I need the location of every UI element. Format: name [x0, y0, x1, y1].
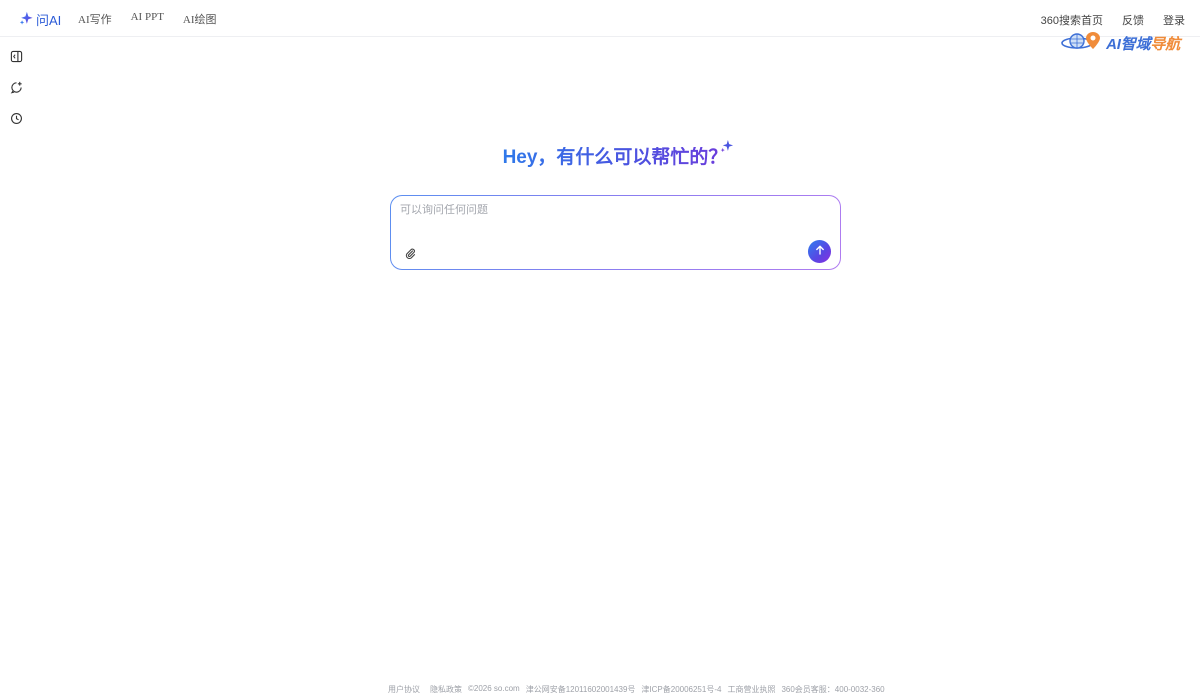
- link-feedback[interactable]: 反馈: [1122, 12, 1144, 28]
- watermark-text: AI智域导航: [1106, 33, 1180, 54]
- watermark-ai: AI: [1106, 36, 1121, 53]
- footer-business-license[interactable]: 工商营业执照: [727, 684, 775, 695]
- brand-label: 问AI: [36, 13, 62, 28]
- history-clock-icon: [10, 112, 23, 130]
- footer-privacy-policy[interactable]: 隐私政策: [430, 684, 462, 695]
- nav-ai-ppt[interactable]: AI PPT: [131, 11, 164, 27]
- history-button[interactable]: [9, 112, 23, 130]
- brand-logo[interactable]: 问AI: [19, 10, 61, 29]
- question-input[interactable]: [400, 204, 820, 216]
- link-360-home[interactable]: 360搜索首页: [1041, 12, 1103, 28]
- new-chat-icon: [10, 81, 23, 99]
- sparkle-star-icon: [19, 11, 33, 28]
- nav-ai-writing[interactable]: AI写作: [78, 11, 112, 27]
- footer-service-hotline: 360会员客服：400-0032-360: [781, 685, 885, 694]
- globe-pin-icon: [1060, 30, 1106, 57]
- top-nav: AI写作 AI PPT AI绘图: [78, 11, 217, 27]
- greeting-heading: Hey，有什么可以帮忙的？: [0, 142, 1200, 169]
- arrow-up-icon: [814, 243, 826, 261]
- watermark-zhiyu: 智域: [1120, 36, 1151, 53]
- composer-body: [391, 196, 840, 269]
- top-bar: 问AI AI写作 AI PPT AI绘图 360搜索首页 反馈 登录: [0, 0, 1200, 37]
- paperclip-icon[interactable]: [404, 246, 416, 260]
- footer-user-agreement[interactable]: 用户协议: [388, 684, 420, 695]
- footer-copyright: ©2026 so.com: [468, 684, 520, 693]
- watermark-logo: AI智域导航: [1060, 30, 1180, 57]
- page-footer: 用户协议 隐私政策 ©2026 so.com 津公网安备120116020014…: [388, 684, 885, 695]
- link-login[interactable]: 登录: [1163, 12, 1185, 28]
- chat-composer: [390, 195, 841, 270]
- greeting-text: Hey，有什么可以帮忙的？: [502, 147, 728, 168]
- nav-ai-drawing[interactable]: AI绘图: [183, 11, 217, 27]
- watermark-daohang: 导航: [1150, 36, 1180, 53]
- sidebar-toggle-button[interactable]: [9, 50, 23, 68]
- send-button[interactable]: [808, 240, 831, 263]
- panel-toggle-icon: [10, 50, 23, 68]
- sparkle-decoration-icon: [719, 139, 734, 154]
- header-links: 360搜索首页 反馈 登录: [1041, 12, 1185, 28]
- new-chat-button[interactable]: [9, 81, 23, 99]
- sidebar: [9, 50, 23, 130]
- footer-icp[interactable]: 津ICP备20006251号-4: [641, 684, 721, 695]
- footer-police-record[interactable]: 津公网安备12011602001439号: [526, 684, 636, 695]
